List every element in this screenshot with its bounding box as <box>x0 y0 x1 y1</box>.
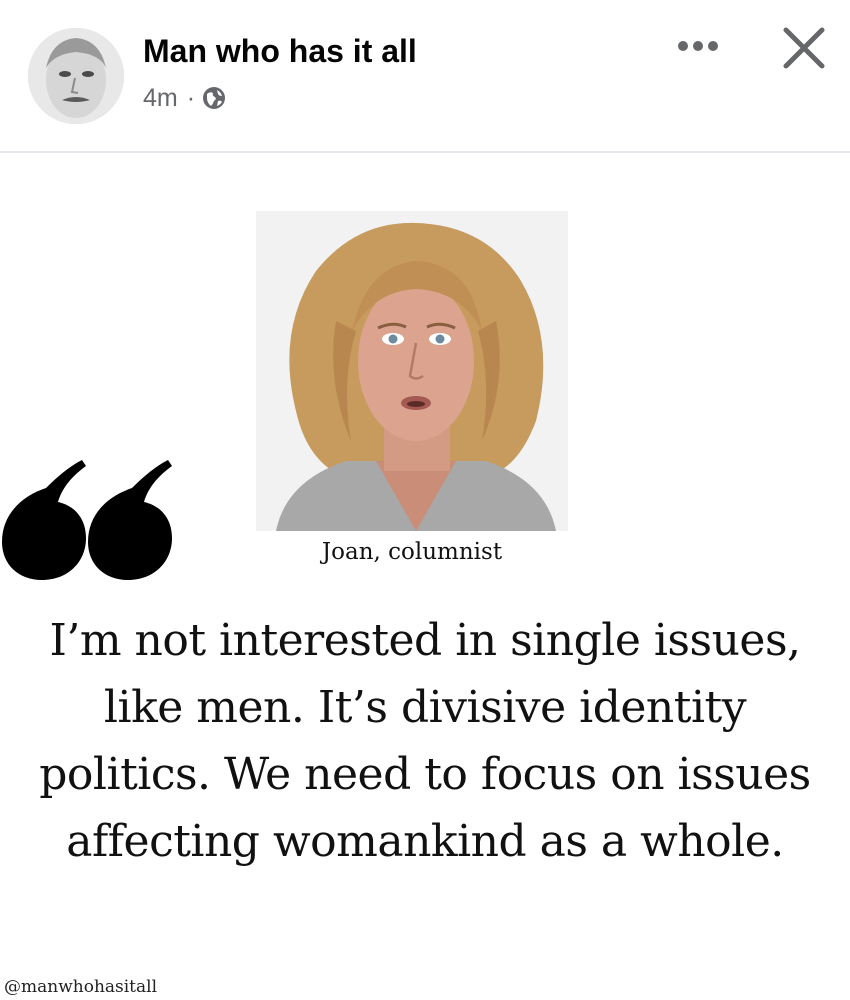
author-name[interactable]: Man who has it all <box>143 32 417 70</box>
post-timestamp[interactable]: 4m <box>143 84 178 113</box>
post-image[interactable]: Joan, columnist I’m not interested in si… <box>0 153 850 1000</box>
watermark-handle: @manwhohasitall <box>4 977 158 997</box>
portrait-image <box>256 211 568 531</box>
meta-separator: · <box>186 83 196 112</box>
post-meta: 4m · <box>143 82 226 114</box>
post-header: Man who has it all 4m · <box>0 0 850 152</box>
quote-text: I’m not interested in single issues, lik… <box>39 615 811 867</box>
globe-icon[interactable] <box>202 86 226 110</box>
close-button[interactable] <box>776 20 832 76</box>
quote-mark-icon <box>0 458 175 583</box>
close-icon <box>783 27 825 69</box>
more-dots-icon <box>678 41 718 51</box>
more-options-button[interactable] <box>668 24 728 68</box>
author-avatar[interactable] <box>28 28 124 124</box>
columnist-portrait <box>256 211 568 531</box>
portrait-caption: Joan, columnist <box>321 539 503 565</box>
avatar-face-image <box>28 28 124 124</box>
